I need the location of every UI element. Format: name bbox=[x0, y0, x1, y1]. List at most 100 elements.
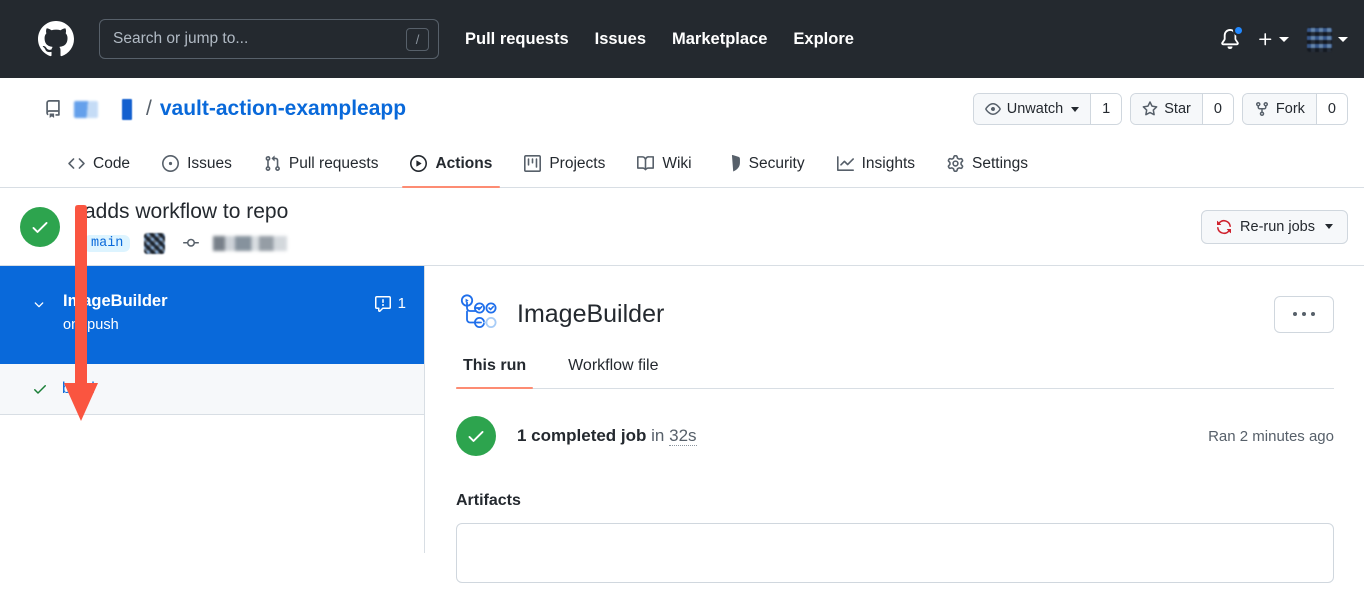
summary-in-word: in bbox=[651, 426, 665, 445]
star-count[interactable]: 0 bbox=[1201, 94, 1233, 124]
re-run-jobs-label: Re-run jobs bbox=[1240, 218, 1315, 235]
branch-badge[interactable]: main bbox=[84, 234, 131, 252]
nav-marketplace[interactable]: Marketplace bbox=[672, 30, 767, 49]
repo-path-separator: / bbox=[146, 97, 152, 120]
tab-wiki-label: Wiki bbox=[662, 154, 692, 172]
nav-issues[interactable]: Issues bbox=[595, 30, 646, 49]
watch-button-group[interactable]: Unwatch 1 bbox=[972, 93, 1123, 125]
workflow-graph-icon bbox=[460, 294, 497, 328]
check-icon bbox=[34, 385, 46, 394]
summary-text: 1 completed job in 32s bbox=[517, 426, 697, 446]
run-detail-tabs: This run Workflow file bbox=[456, 357, 1334, 389]
repository-header: / vault-action-exampleapp Unwatch 1 Star… bbox=[0, 78, 1364, 140]
avatar bbox=[1307, 26, 1332, 52]
github-actions-run-page: Search or jump to... / Pull requests Iss… bbox=[0, 0, 1364, 615]
tab-issues-label: Issues bbox=[187, 154, 232, 172]
job-group-trigger: on: push bbox=[63, 317, 119, 333]
tab-workflow-file[interactable]: Workflow file bbox=[561, 357, 665, 388]
search-input[interactable]: Search or jump to... / bbox=[99, 19, 439, 59]
global-nav: Pull requests Issues Marketplace Explore bbox=[465, 30, 880, 49]
play-icon bbox=[410, 155, 428, 172]
annotations-badge[interactable]: 1 bbox=[374, 295, 406, 312]
check-circle-icon bbox=[32, 221, 48, 233]
star-button-group[interactable]: Star 0 bbox=[1130, 93, 1234, 125]
plus-icon bbox=[1259, 32, 1272, 45]
fork-label: Fork bbox=[1275, 101, 1305, 117]
nav-pull-requests[interactable]: Pull requests bbox=[465, 30, 569, 49]
job-summary-row: 1 completed job in 32s Ran 2 minutes ago bbox=[456, 416, 1334, 456]
run-timestamp: Ran 2 minutes ago bbox=[1208, 427, 1334, 445]
overflow-menu-button[interactable] bbox=[1274, 295, 1334, 333]
nav-explore[interactable]: Explore bbox=[793, 30, 854, 49]
sidebar-job-build[interactable]: build bbox=[0, 364, 424, 415]
search-placeholder: Search or jump to... bbox=[113, 30, 249, 47]
chevron-down-icon bbox=[1325, 224, 1333, 229]
artifacts-list-box[interactable] bbox=[456, 523, 1334, 583]
search-shortcut-badge: / bbox=[406, 27, 429, 51]
tab-security-label: Security bbox=[748, 154, 805, 172]
tab-this-run[interactable]: This run bbox=[456, 357, 534, 389]
run-title: adds workflow to repo bbox=[84, 200, 289, 224]
create-new-button[interactable] bbox=[1251, 31, 1295, 48]
sidebar-job-group-imagebuilder[interactable]: ImageBuilder on: push 1 bbox=[0, 266, 424, 364]
artifacts-heading: Artifacts bbox=[456, 492, 521, 509]
github-octocat-icon[interactable] bbox=[38, 21, 74, 57]
star-button[interactable]: Star bbox=[1131, 94, 1202, 124]
shield-icon bbox=[731, 155, 740, 172]
completed-jobs-count: 1 completed job bbox=[517, 426, 647, 445]
summary-status-badge bbox=[456, 416, 496, 456]
chevron-down-icon[interactable] bbox=[32, 297, 46, 311]
git-commit-icon bbox=[183, 238, 200, 247]
report-warning-icon bbox=[374, 295, 391, 312]
kebab-horizontal-icon bbox=[1311, 312, 1315, 316]
notifications-button[interactable] bbox=[1213, 22, 1247, 56]
tab-settings-label: Settings bbox=[972, 154, 1029, 172]
workflow-name: ImageBuilder bbox=[517, 299, 665, 328]
user-menu-button[interactable] bbox=[1299, 26, 1348, 52]
annotation-count: 1 bbox=[397, 295, 406, 312]
tab-pull-requests[interactable]: Pull requests bbox=[248, 140, 395, 187]
commit-author-avatar bbox=[144, 232, 166, 254]
fork-button[interactable]: Fork bbox=[1242, 94, 1316, 124]
tab-security[interactable]: Security bbox=[708, 140, 821, 187]
chevron-down-icon bbox=[1071, 106, 1080, 112]
tab-issues[interactable]: Issues bbox=[146, 140, 248, 187]
repository-icon bbox=[46, 100, 60, 118]
run-duration[interactable]: 32s bbox=[669, 426, 697, 446]
run-status-badge bbox=[20, 206, 60, 247]
tab-insights[interactable]: Insights bbox=[821, 140, 931, 187]
gear-icon bbox=[947, 155, 964, 172]
workflow-run-header: adds workflow to repo main Re-run jobs bbox=[0, 188, 1364, 266]
unwatch-button[interactable]: Unwatch bbox=[973, 94, 1091, 124]
commit-sha-redacted bbox=[213, 235, 288, 251]
eye-icon bbox=[984, 103, 1001, 115]
tab-code[interactable]: Code bbox=[52, 140, 146, 187]
job-group-name: ImageBuilder bbox=[63, 292, 168, 310]
watch-count[interactable]: 1 bbox=[1090, 94, 1122, 124]
tab-wiki[interactable]: Wiki bbox=[621, 140, 707, 187]
tab-actions[interactable]: Actions bbox=[394, 140, 508, 188]
issue-opened-icon bbox=[162, 155, 180, 172]
fork-button-group[interactable]: Fork 0 bbox=[1241, 93, 1348, 125]
code-icon bbox=[68, 158, 85, 169]
tab-projects[interactable]: Projects bbox=[508, 140, 621, 187]
chevron-down-icon bbox=[1279, 36, 1289, 42]
job-build-link[interactable]: build bbox=[62, 380, 95, 398]
book-icon bbox=[637, 156, 655, 171]
repository-owner-redacted bbox=[74, 100, 98, 118]
star-label: Star bbox=[1164, 101, 1191, 117]
notification-unread-dot bbox=[1233, 25, 1244, 36]
re-run-jobs-button[interactable]: Re-run jobs bbox=[1201, 209, 1348, 244]
job-group-text: ImageBuilder on: push bbox=[63, 292, 168, 333]
project-icon bbox=[524, 155, 542, 172]
tab-projects-label: Projects bbox=[549, 154, 606, 172]
tab-code-label: Code bbox=[93, 154, 131, 172]
repository-name-link[interactable]: vault-action-exampleapp bbox=[160, 97, 406, 121]
tab-settings[interactable]: Settings bbox=[931, 140, 1044, 187]
run-meta: adds workflow to repo main bbox=[84, 199, 289, 254]
fork-icon bbox=[1255, 102, 1268, 117]
graph-icon bbox=[836, 156, 854, 171]
fork-count[interactable]: 0 bbox=[1315, 94, 1347, 124]
jobs-sidebar: ImageBuilder on: push 1 build bbox=[0, 266, 425, 553]
check-circle-icon bbox=[468, 431, 484, 442]
